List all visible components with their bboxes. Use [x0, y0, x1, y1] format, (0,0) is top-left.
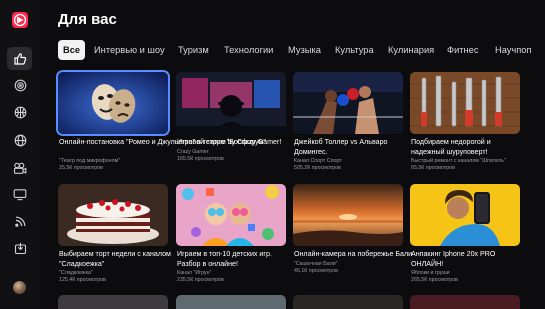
globe-icon[interactable] — [10, 130, 30, 150]
video-thumbnail-phone-unboxing — [410, 184, 520, 246]
video-meta: Быстрый ремонт с каналом "Шпатель" 65,5К … — [411, 158, 506, 171]
video-thumbnail-tools — [410, 72, 520, 134]
thumbs-up-icon[interactable] — [7, 47, 32, 70]
video-thumbnail-gamer — [176, 72, 286, 134]
video-thumbnail-cake — [58, 184, 168, 246]
download-icon[interactable] — [10, 238, 30, 258]
video-title: Джейкоб Толлер vs Альваро Домингес. — [294, 138, 388, 156]
target-icon[interactable] — [10, 75, 30, 95]
page-title: Для вас — [58, 11, 117, 28]
video-title: Игровой стрим by Crazy Gamer! — [177, 138, 282, 146]
video-title: Подбираем недорогой и надежный шуруповер… — [411, 138, 491, 156]
video-title: Онлайн-камера на побережье Бали — [294, 250, 413, 258]
video-thumbnail-boxing — [293, 72, 403, 134]
video-meta: "Сказочная Бали" 45,1К просмотров — [294, 261, 338, 274]
video-title: Анпакинг Iphone 20x PRO ОНЛАЙН! — [411, 250, 496, 268]
video-title: Выбираем торт недели с каналом "Сладкоеж… — [59, 250, 171, 268]
avatar[interactable] — [13, 281, 26, 294]
app-logo[interactable] — [12, 12, 28, 28]
film-camera-icon[interactable] — [10, 158, 30, 178]
sidebar — [0, 0, 40, 307]
tab-interviews[interactable]: Интервью и шоу — [94, 40, 165, 60]
tab-fitness[interactable]: Фитнес — [447, 40, 478, 60]
video-meta: "Сладкоежка" 125,4К просмотров — [59, 270, 106, 283]
tab-culture[interactable]: Культура — [335, 40, 374, 60]
video-thumbnail-kids — [176, 184, 286, 246]
video-title: Онлайн-постановка "Ромео и Джульетта" в … — [59, 138, 266, 146]
video-meta: Crazy Gamer 165,5К просмотров — [177, 149, 224, 162]
video-meta: Канал Спорт Спорт 505,2К просмотров — [294, 158, 342, 171]
video-meta: Яблоки и груши 265,5К просмотров — [411, 270, 458, 283]
tv-icon[interactable] — [10, 184, 30, 204]
tab-all[interactable]: Все — [58, 40, 86, 60]
tab-tourism[interactable]: Туризм — [178, 40, 209, 60]
video-thumbnail-theatre-masks — [58, 72, 168, 134]
video-thumbnail-beach — [293, 184, 403, 246]
broadcast-icon[interactable] — [10, 211, 30, 231]
video-title: Играем в топ-10 детских игр. Разбор в он… — [177, 250, 272, 268]
tab-technology[interactable]: Технологии — [224, 40, 273, 60]
basketball-icon[interactable] — [10, 102, 30, 122]
video-meta: "Театр под микрофоном" 25,5К просмотров — [59, 158, 121, 171]
video-meta: Канал "Игрун" 235,5К просмотров — [177, 270, 224, 283]
tab-cooking[interactable]: Кулинария — [388, 40, 434, 60]
tab-music[interactable]: Музыка — [288, 40, 321, 60]
tab-science[interactable]: Научпоп — [495, 40, 532, 60]
